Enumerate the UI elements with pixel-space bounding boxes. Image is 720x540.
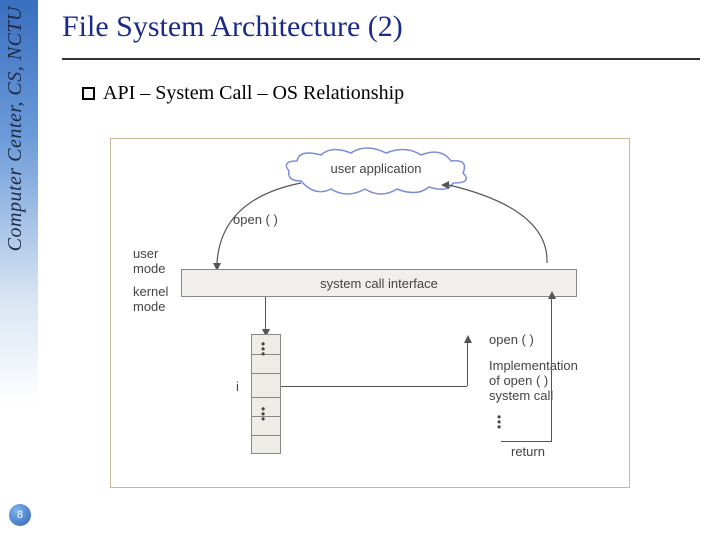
slide: Computer Center, CS, NCTU 8 File System … <box>0 0 720 540</box>
label-implementation: Implementation of open ( ) system call <box>489 359 578 404</box>
dots-lower: ••• <box>261 407 265 422</box>
system-call-interface-box: system call interface <box>181 269 577 297</box>
content-area: File System Architecture (2) API – Syste… <box>62 10 700 117</box>
connector-return-horizontal <box>501 441 551 442</box>
connector-return-vertical <box>551 297 552 442</box>
slide-title: File System Architecture (2) <box>62 10 700 50</box>
bullet-text: API – System Call – OS Relationship <box>103 82 404 105</box>
label-i: i <box>236 380 239 395</box>
sci-label: system call interface <box>320 276 438 291</box>
label-user-mode: user mode <box>133 247 166 277</box>
arrowhead-return <box>548 291 556 299</box>
connector-i-vertical-up <box>467 340 468 386</box>
label-open-left: open ( ) <box>233 213 278 228</box>
bullet-item: API – System Call – OS Relationship <box>82 82 700 105</box>
dots-upper: ••• <box>261 342 265 357</box>
diagram-figure: user application open ( ) user mode kern… <box>110 138 630 488</box>
page-number-badge: 8 <box>9 504 31 526</box>
connector-i-horizontal <box>281 386 467 387</box>
arrow-sci-to-cloud <box>431 169 581 271</box>
square-bullet-icon <box>82 87 95 100</box>
label-open-right: open ( ) <box>489 333 534 348</box>
title-divider <box>62 58 700 60</box>
sidebar-gradient: Computer Center, CS, NCTU 8 <box>0 0 38 540</box>
sidebar-org-label: Computer Center, CS, NCTU <box>4 6 27 251</box>
dots-return: ••• <box>497 415 501 430</box>
label-return: return <box>511 445 545 460</box>
label-kernel-mode: kernel mode <box>133 285 168 315</box>
page-number: 8 <box>17 509 23 521</box>
arrowhead-open-call <box>464 335 472 343</box>
syscall-table <box>251 334 281 454</box>
